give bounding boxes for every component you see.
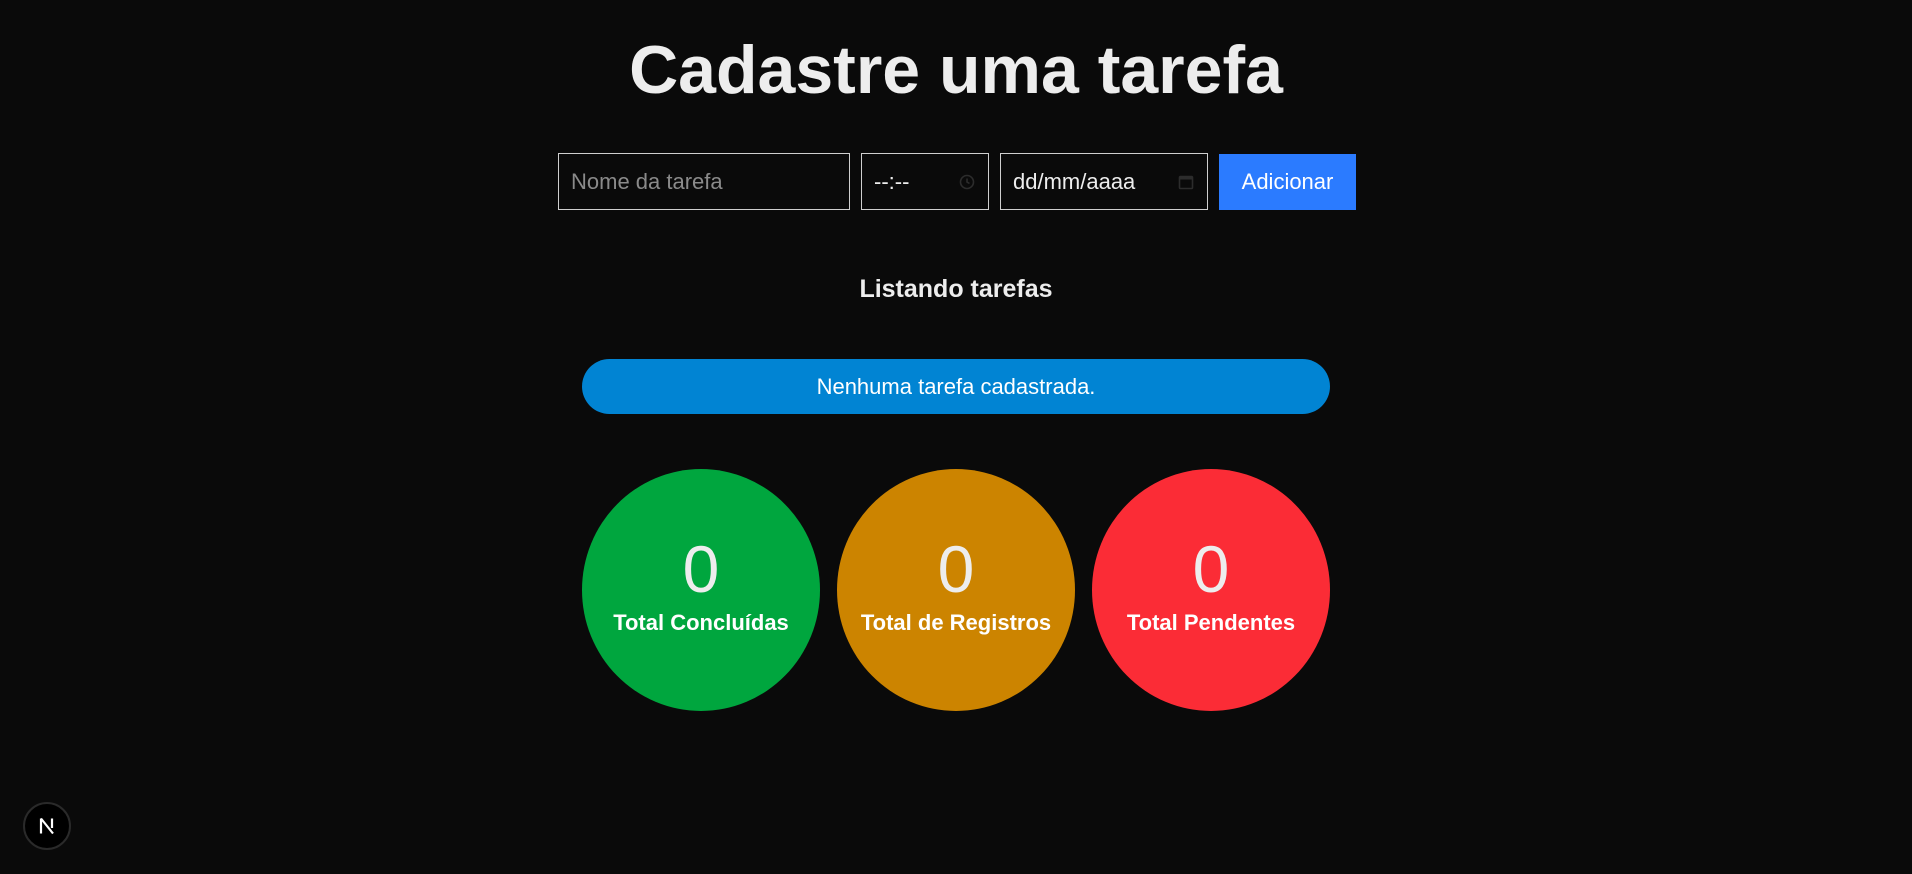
stat-total: 0 Total de Registros xyxy=(837,469,1075,711)
page-title: Cadastre uma tarefa xyxy=(629,32,1283,108)
calendar-icon[interactable] xyxy=(1177,173,1195,191)
stat-total-value: 0 xyxy=(937,532,975,606)
clock-icon[interactable] xyxy=(958,173,976,191)
list-title: Listando tarefas xyxy=(859,275,1053,303)
task-name-input[interactable] xyxy=(558,153,850,210)
stat-completed-value: 0 xyxy=(682,532,720,606)
page: Cadastre uma tarefa --:-- dd/mm/aaaa Adi… xyxy=(0,0,1912,874)
time-value: --:-- xyxy=(874,168,910,194)
task-form: --:-- dd/mm/aaaa Adicionar xyxy=(558,153,1356,210)
stat-completed-label: Total Concluídas xyxy=(613,610,789,635)
task-time-input[interactable]: --:-- xyxy=(861,153,989,210)
empty-message: Nenhuma tarefa cadastrada. xyxy=(816,373,1096,399)
task-date-input[interactable]: dd/mm/aaaa xyxy=(1000,153,1208,210)
stat-pending-value: 0 xyxy=(1192,532,1230,606)
stats-row: 0 Total Concluídas 0 Total de Registros … xyxy=(582,469,1330,711)
empty-tasks-banner: Nenhuma tarefa cadastrada. xyxy=(582,359,1330,414)
stat-completed: 0 Total Concluídas xyxy=(582,469,820,711)
stat-total-label: Total de Registros xyxy=(860,610,1052,635)
nextjs-logo-icon xyxy=(39,817,54,835)
stat-pending-label: Total Pendentes xyxy=(1126,610,1296,635)
add-task-button[interactable]: Adicionar xyxy=(1219,154,1356,210)
nextjs-devtools-button[interactable] xyxy=(23,802,71,850)
date-value: dd/mm/aaaa xyxy=(1013,168,1136,194)
stat-pending: 0 Total Pendentes xyxy=(1092,469,1330,711)
